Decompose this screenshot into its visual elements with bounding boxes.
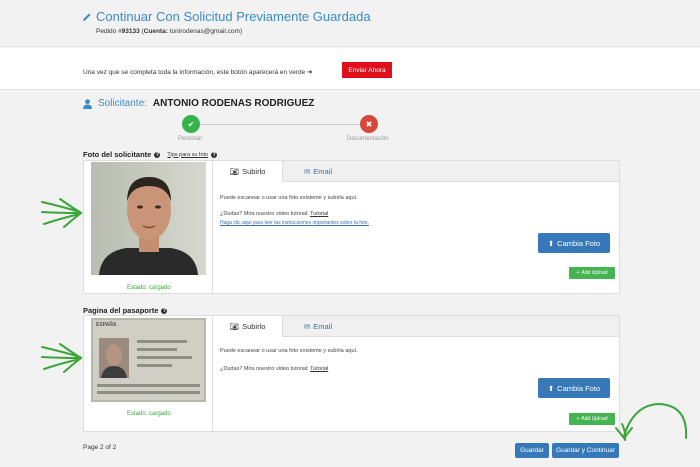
change-photo-button[interactable]: ⬆︎ Cambia Foto — [538, 233, 610, 253]
applicant-heading: Solicitante: ANTONIO RODENAS RODRIGUEZ — [83, 98, 314, 109]
step-personal-check-icon[interactable]: ✔ — [182, 115, 200, 133]
photo-tips-link[interactable]: Tips para su foto — [167, 152, 208, 158]
tab-passport-email[interactable]: ✉ Email — [283, 316, 353, 337]
photo-add-upload-button[interactable]: + Add Upload — [569, 267, 615, 279]
applicant-photo — [91, 162, 206, 275]
page-title: Continuar Con Solicitud Previamente Guar… — [82, 9, 371, 24]
passport-section-title: Pagina del pasaporte? — [83, 306, 168, 315]
save-and-continue-button[interactable]: Guardar y Continuar — [552, 443, 619, 458]
order-info: Pedido #93133 (Cuenta: tonirodenas@gmail… — [96, 28, 243, 35]
photo-tutorial-line: ¿Dudas? Mira nuestro video tutorial: Tut… — [220, 211, 329, 217]
passport-country-text: ESPAÑA — [96, 322, 117, 328]
plus-icon: + — [576, 270, 580, 276]
image-icon: 📷︎ — [229, 167, 240, 176]
passport-tutorial-link[interactable]: Tutorial — [310, 366, 328, 372]
step-documentation-label: Documentación — [347, 136, 389, 142]
help-icon[interactable]: ? — [211, 151, 218, 158]
help-icon[interactable]: ? — [154, 151, 161, 158]
step-personal-label: Personal — [178, 136, 202, 142]
upload-arrow-icon: ⬆︎ — [547, 383, 555, 393]
upload-arrow-icon: ⬆︎ — [547, 238, 555, 248]
change-passport-photo-button[interactable]: ⬆︎ Cambia Foto — [538, 378, 610, 398]
photo-instructions-link[interactable]: Haga clic aquí para leer las instruccion… — [220, 220, 369, 226]
envelope-icon: ✉ — [303, 167, 311, 176]
arrow-right-icon: ➜ — [307, 69, 313, 76]
photo-tutorial-link[interactable]: Tutorial — [310, 211, 328, 217]
photo-status: Estado: cargado — [127, 285, 171, 291]
passport-status: Estado: cargado — [127, 411, 171, 417]
notice-text: Una vez que se completa toda la informac… — [83, 69, 313, 76]
user-icon — [83, 98, 92, 109]
step-documentation-error-icon[interactable]: ✖ — [360, 115, 378, 133]
applicant-name: ANTONIO RODENAS RODRIGUEZ — [152, 98, 315, 109]
progress-line — [191, 124, 369, 125]
page-indicator: Page 2 of 2 — [83, 444, 117, 451]
annotation-curved-arrow-icon — [615, 402, 688, 441]
plus-icon: + — [576, 416, 580, 422]
tab-passport-upload[interactable]: 📷︎ Subirlo — [213, 316, 283, 337]
annotation-arrow-icon — [41, 343, 83, 373]
pencil-icon — [83, 13, 91, 21]
photo-section-title: Foto del solicitante? Tips para su foto? — [83, 150, 218, 159]
photo-instructions-text: Puede escanear o usar una foto existente… — [220, 195, 358, 201]
help-icon[interactable]: ? — [161, 307, 168, 314]
image-icon: 📷︎ — [229, 322, 240, 331]
tab-photo-email[interactable]: ✉ Email — [283, 161, 353, 182]
send-now-button[interactable]: Enviar Ahora — [342, 62, 392, 78]
passport-instructions-text: Puede escanear o usar una foto existente… — [220, 348, 358, 354]
passport-add-upload-button[interactable]: + Add Upload — [569, 413, 615, 425]
passport-image — [91, 318, 206, 402]
tab-photo-upload[interactable]: 📷︎ Subirlo — [213, 161, 283, 182]
envelope-icon: ✉ — [303, 322, 311, 331]
passport-tutorial-line: ¿Dudas? Mira nuestro video tutorial: Tut… — [220, 366, 329, 372]
save-button[interactable]: Guardar — [515, 443, 549, 458]
annotation-arrow-icon — [41, 198, 83, 228]
